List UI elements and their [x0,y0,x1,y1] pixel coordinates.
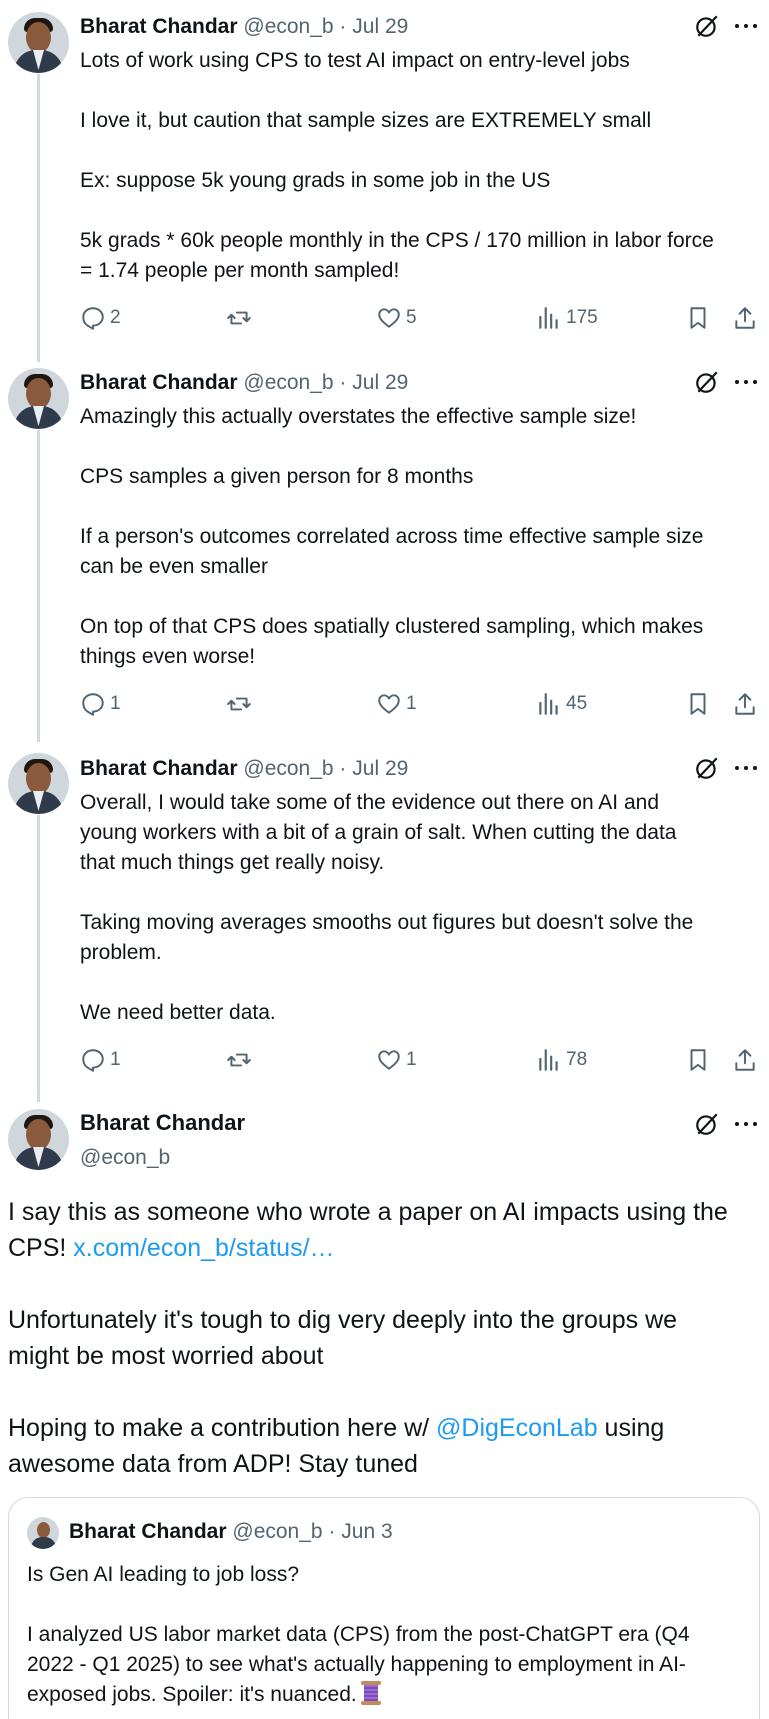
more-icon[interactable] [733,1111,759,1137]
bookmark-icon [690,307,706,329]
tweet-text: Lots of work using CPS to test AI impact… [80,49,714,282]
thread-spool-icon [360,1681,381,1705]
repost-button[interactable] [226,1045,256,1075]
share-button[interactable] [732,303,758,333]
grok-icon[interactable] [694,755,720,781]
reply-button[interactable]: 2 [80,303,121,333]
author-name[interactable]: Bharat Chandar [80,757,238,780]
share-button[interactable] [732,689,758,719]
reply-icon [82,1049,104,1072]
share-icon [735,693,755,715]
views-icon [539,1049,558,1071]
author-name[interactable]: Bharat Chandar [80,371,238,394]
share-icon [735,307,755,329]
like-button[interactable]: 5 [376,303,417,333]
reply-button[interactable]: 1 [80,1045,121,1075]
heart-icon [378,694,400,714]
repost-icon [227,697,251,711]
heart-icon [378,1050,400,1070]
bookmark-icon [690,693,706,715]
like-button[interactable]: 1 [376,1045,417,1075]
reply-button[interactable]: 1 [80,689,121,719]
grok-icon[interactable] [694,369,720,395]
timestamp[interactable]: Jul 29 [352,371,408,394]
repost-button[interactable] [226,689,256,719]
bookmark-button[interactable] [685,1045,711,1075]
avatar[interactable] [27,1517,59,1549]
heart-icon [378,308,400,328]
like-button[interactable]: 1 [376,689,417,719]
author-handle[interactable]: @econ_b [243,371,333,394]
views-button[interactable]: 175 [536,303,598,333]
timestamp[interactable]: Jul 29 [352,15,408,38]
bookmark-button[interactable] [685,689,711,719]
bookmark-button[interactable] [685,303,711,333]
timestamp[interactable]: Jul 29 [352,757,408,780]
thread-line [37,430,40,742]
status-link[interactable]: x.com/econ_b/status/… [73,1234,334,1262]
action-bar: 1 1 78 [80,1045,769,1075]
repost-button[interactable] [226,303,256,333]
mention-link[interactable]: @DigEconLab [436,1414,598,1442]
author-handle[interactable]: @econ_b [243,15,333,38]
author-handle[interactable]: @econ_b [80,1145,170,1171]
author-name[interactable]: Bharat Chandar [80,15,238,38]
action-bar: 1 1 45 [80,689,769,719]
share-icon [735,1049,755,1071]
quoted-tweet-text: Is Gen AI leading to job loss? I analyze… [27,1563,690,1706]
avatar[interactable] [8,368,69,429]
author-name: Bharat Chandar [69,1520,227,1543]
grok-icon[interactable] [694,13,720,39]
avatar[interactable] [8,1109,69,1170]
avatar[interactable] [8,12,69,73]
tweet-header: Bharat Chandar @econ_b · Jul 29 [80,757,409,780]
share-button[interactable] [732,1045,758,1075]
repost-icon [227,311,251,325]
reply-icon [82,307,104,330]
more-icon[interactable] [733,755,759,781]
grok-icon[interactable] [694,1111,720,1137]
views-button[interactable]: 45 [536,689,587,719]
more-icon[interactable] [733,369,759,395]
tweet-text: Amazingly this actually overstates the e… [80,405,704,668]
quoted-tweet[interactable]: Bharat Chandar @econ_b · Jun 3 Is Gen AI… [8,1497,760,1719]
avatar[interactable] [8,753,69,814]
bookmark-icon [690,1049,706,1071]
reply-icon [82,693,104,716]
tweet-header: Bharat Chandar @econ_b · Jul 29 [80,371,409,394]
author-handle: @econ_b [232,1520,323,1543]
quoted-tweet-header: Bharat Chandar @econ_b · Jun 3 [69,1520,393,1543]
action-bar: 2 5 175 [80,303,769,333]
views-icon [539,307,558,329]
author-handle[interactable]: @econ_b [243,757,333,780]
author-name[interactable]: Bharat Chandar [80,1109,245,1137]
thread-line [37,74,40,362]
tweet-text: Overall, I would take some of the eviden… [80,791,694,1024]
tweet-header: Bharat Chandar @econ_b · Jul 29 [80,15,409,38]
timestamp: Jun 3 [341,1520,393,1543]
more-icon[interactable] [733,13,759,39]
views-button[interactable]: 78 [536,1045,587,1075]
main-tweet-text: I say this as someone who wrote a paper … [8,1198,728,1478]
thread-line [37,815,40,1102]
views-icon [539,693,558,715]
repost-icon [227,1053,251,1067]
